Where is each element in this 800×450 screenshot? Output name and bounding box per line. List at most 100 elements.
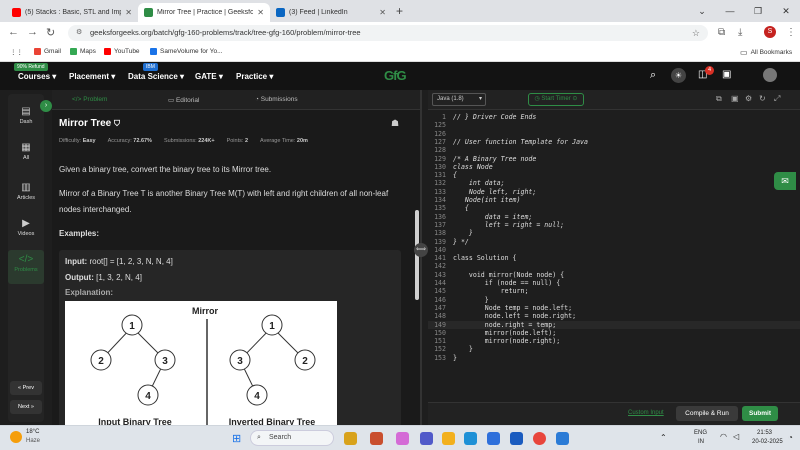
code-line[interactable]: 147 Node temp = node.left; <box>428 304 800 312</box>
extensions-icon[interactable]: ⧉ <box>718 27 725 38</box>
code-line[interactable]: 144 if (node == null) { <box>428 279 800 287</box>
code-line[interactable]: 149 node.right = temp; <box>428 320 800 329</box>
new-tab-button[interactable]: + <box>396 4 403 18</box>
browser-tab-stacks[interactable]: (5) Stacks : Basic, STL and Impl ✕ <box>6 3 138 22</box>
code-line[interactable]: 143 void mirror(Node node) { <box>428 271 800 279</box>
prev-button[interactable]: « Prev <box>10 381 42 395</box>
start-timer-button[interactable]: ◷ Start Timer ⊙ <box>528 93 584 106</box>
copy-icon[interactable]: ⧉ <box>716 94 722 104</box>
forward-icon[interactable]: → <box>27 26 38 38</box>
code-line[interactable]: 127 // User function Template for Java <box>428 138 800 146</box>
nav-courses[interactable]: Courses ▾ <box>18 72 56 81</box>
code-line[interactable]: 146 } <box>428 296 800 304</box>
window-close-icon[interactable]: ✕ <box>772 0 800 22</box>
chrome-icon[interactable] <box>533 432 546 445</box>
vscode-icon[interactable] <box>556 432 569 445</box>
code-line[interactable]: 138 } <box>428 229 800 237</box>
maximize-icon[interactable]: ❐ <box>744 0 772 22</box>
code-line[interactable]: 133 Node left, right; <box>428 188 800 196</box>
settings-icon[interactable]: ⚙ <box>745 94 752 103</box>
panel-divider[interactable] <box>420 90 422 425</box>
tab-search-icon[interactable]: ⌄ <box>688 0 716 22</box>
code-line[interactable]: 153} <box>428 354 800 362</box>
code-line[interactable]: 132 int data; <box>428 179 800 187</box>
code-line[interactable]: 151 mirror(node.right); <box>428 337 800 345</box>
taskbar-search[interactable]: ⌕ Search <box>250 430 334 446</box>
browser-tab-linkedin[interactable]: (3) Feed | LinkedIn ✕ <box>270 3 392 22</box>
all-bookmarks[interactable]: ▭ All Bookmarks <box>740 48 792 57</box>
weather-temp[interactable]: 18°C <box>26 429 39 435</box>
tab-submissions[interactable]: ◔ Submissions <box>255 96 298 103</box>
code-editor[interactable]: 1 // } Driver Code Ends 125 126 127 // User f… <box>428 111 800 391</box>
code-line[interactable]: 1 // } Driver Code Ends <box>428 113 800 121</box>
rail-dash[interactable]: ▤ Dash <box>8 106 44 125</box>
widgets-icon[interactable] <box>344 432 357 445</box>
reload-icon[interactable]: ↻ <box>46 26 55 39</box>
next-button[interactable]: Next » <box>10 400 42 414</box>
custom-input-link[interactable]: Custom Input <box>628 410 664 416</box>
fullscreen-icon[interactable]: ⤢ <box>774 94 780 104</box>
resize-handle-icon[interactable]: ⟺ <box>414 243 428 257</box>
submit-button[interactable]: Submit <box>742 406 778 421</box>
code-line[interactable]: 141 class Solution { <box>428 254 800 262</box>
apps-icon[interactable]: ⋮⋮ <box>10 48 23 56</box>
file-explorer-icon[interactable] <box>442 432 455 445</box>
rail-all[interactable]: ▦ All <box>8 142 44 161</box>
user-avatar[interactable] <box>763 68 777 82</box>
code-line[interactable]: 145 return; <box>428 287 800 295</box>
input-language[interactable]: ENG <box>694 430 707 436</box>
code-line[interactable]: 126 <box>428 130 800 138</box>
gfg-logo[interactable]: GfG <box>384 68 407 83</box>
downloads-icon[interactable]: ⤓ <box>738 27 742 38</box>
notification-bell-icon[interactable]: ◔ <box>788 433 793 442</box>
nav-data-science[interactable]: Data Science ▾ <box>128 72 184 81</box>
language-select[interactable]: Java (1.8) ▾ <box>432 93 486 106</box>
code-line[interactable]: 131 { <box>428 171 800 179</box>
nav-placement[interactable]: Placement ▾ <box>69 72 115 81</box>
clock-time[interactable]: 21:53 <box>757 430 772 436</box>
copilot-icon[interactable] <box>396 432 409 445</box>
compile-run-button[interactable]: Compile & Run <box>676 406 738 421</box>
theme-toggle-icon[interactable]: ☀ <box>671 68 686 83</box>
chat-icon[interactable]: ▣ <box>722 69 731 80</box>
code-line[interactable]: 135 { <box>428 204 800 212</box>
code-line[interactable]: 137 left = right = null; <box>428 221 800 229</box>
tab-editorial[interactable]: ▭ Editorial <box>168 96 199 104</box>
volume-icon[interactable]: ◁ <box>733 432 739 441</box>
menu-icon[interactable]: ⋮ <box>786 27 796 38</box>
rail-problems[interactable]: </> Problems <box>8 250 44 284</box>
code-line[interactable]: 142 <box>428 262 800 270</box>
code-line[interactable]: 140 <box>428 246 800 254</box>
back-icon[interactable]: ← <box>8 26 19 38</box>
url-field[interactable]: ⚙ geeksforgeeks.org/batch/gfg-160-proble… <box>68 25 708 41</box>
close-icon[interactable]: ✕ <box>379 8 386 17</box>
rail-videos[interactable]: ▶ Videos <box>8 218 44 237</box>
minimize-icon[interactable]: — <box>716 0 744 22</box>
weather-icon[interactable] <box>10 431 22 443</box>
browser-tab-mirror-tree[interactable]: Mirror Tree | Practice | Geeksfo ✕ <box>138 3 270 22</box>
windows-start-icon[interactable]: ⊞ <box>232 432 241 445</box>
bookmark-samevolume[interactable]: SameVolume for Yo... <box>150 48 223 55</box>
code-line[interactable]: 150 mirror(node.left); <box>428 329 800 337</box>
store-icon[interactable] <box>487 432 500 445</box>
teams-icon[interactable] <box>420 432 433 445</box>
files-icon[interactable] <box>370 432 383 445</box>
dell-icon[interactable] <box>510 432 523 445</box>
bookmark-gmail[interactable]: Gmail <box>34 48 61 55</box>
bookmark-maps[interactable]: Maps <box>70 48 96 55</box>
nav-gate[interactable]: GATE ▾ <box>195 72 223 81</box>
code-line[interactable]: 134 Node(int item) <box>428 196 800 204</box>
code-line[interactable]: 125 <box>428 121 800 129</box>
nav-practice[interactable]: Practice ▾ <box>236 72 273 81</box>
code-line[interactable]: 130 class Node <box>428 163 800 171</box>
bookmark-star-icon[interactable]: ☆ <box>692 25 700 41</box>
close-icon[interactable]: ✕ <box>125 8 132 17</box>
site-info-icon[interactable]: ⚙ <box>76 25 82 41</box>
edge-icon[interactable] <box>464 432 477 445</box>
bug-report-icon[interactable]: ☗ <box>391 118 399 129</box>
code-line[interactable]: 148 node.left = node.right; <box>428 312 800 320</box>
wifi-icon[interactable]: ◠ <box>720 432 727 441</box>
search-icon[interactable]: ⌕ <box>650 69 656 82</box>
code-line[interactable]: 139} */ <box>428 238 800 246</box>
rail-articles[interactable]: ▥ Articles <box>8 182 44 201</box>
